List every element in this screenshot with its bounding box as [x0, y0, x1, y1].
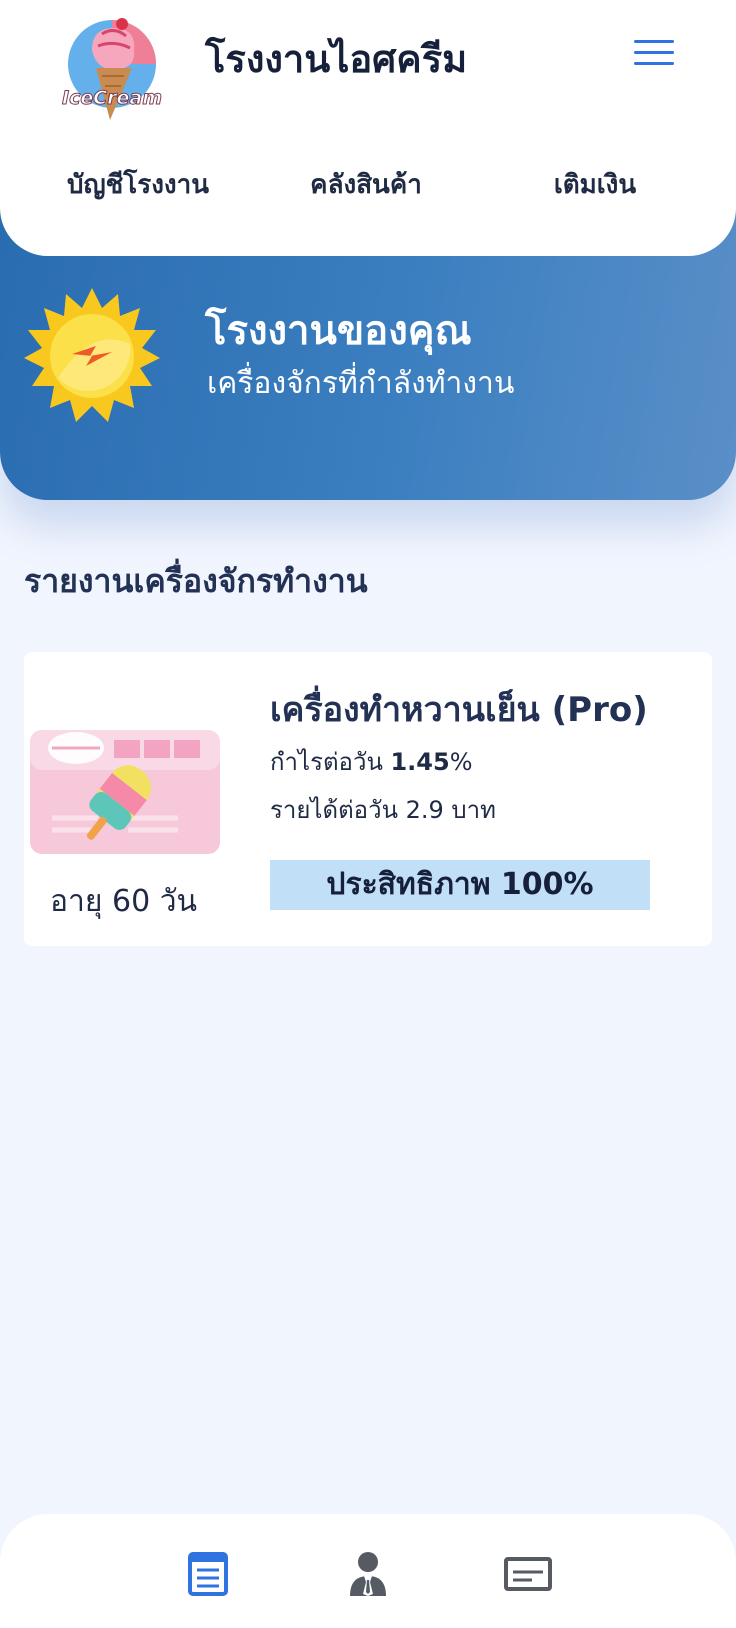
nav-warehouse[interactable]: คลังสินค้า — [256, 162, 476, 208]
daily-income: รายได้ต่อวัน 2.9 บาท — [270, 796, 496, 824]
nav-factory-account[interactable]: บัญชีโรงงาน — [28, 162, 248, 208]
sun-icon — [24, 288, 160, 422]
efficiency-badge: ประสิทธิภาพ 100% — [270, 860, 650, 910]
popsicle-machine-image — [30, 730, 220, 854]
menu-icon[interactable] — [634, 40, 674, 72]
user-tie-icon[interactable] — [344, 1550, 392, 1598]
section-title: รายงานเครื่องจักรทำงาน — [24, 562, 368, 600]
app-title: โรงงานไอศครีม — [205, 37, 468, 81]
nav-top-up[interactable]: เติมเงิน — [485, 162, 705, 208]
bottom-tab-bar — [0, 1514, 736, 1628]
document-list-icon[interactable] — [184, 1550, 232, 1598]
app-header: IceCream โรงงานไอศครีม บัญชีโรงงาน คลังส… — [0, 0, 736, 256]
card-icon[interactable] — [504, 1550, 552, 1598]
machine-name: เครื่องทำหวานเย็น (Pro) — [270, 690, 648, 730]
daily-profit: กำไรต่อวัน 1.45% — [270, 748, 473, 776]
machine-lifespan: อายุ 60 วัน — [50, 884, 198, 919]
banner-subtitle: เครื่องจักรที่กำลังทำงาน — [207, 366, 515, 401]
icecream-logo: IceCream — [62, 18, 163, 120]
banner-title: โรงงานของคุณ — [205, 308, 472, 354]
logo-text: IceCream — [62, 87, 162, 109]
machine-card[interactable]: อายุ 60 วัน เครื่องทำหวานเย็น (Pro) กำไร… — [24, 652, 712, 946]
daily-profit-value: 1.45 — [390, 748, 450, 776]
top-nav: บัญชีโรงงาน คลังสินค้า เติมเงิน — [0, 162, 736, 208]
